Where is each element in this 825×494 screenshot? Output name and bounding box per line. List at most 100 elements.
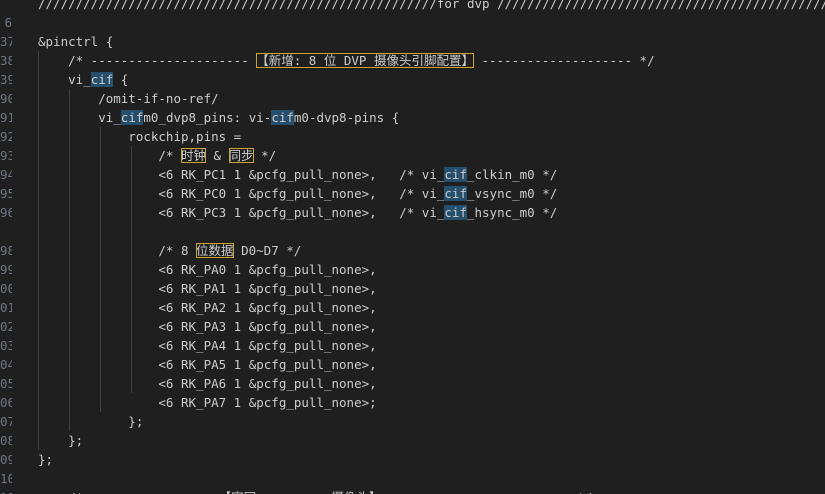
code-line[interactable]: 38 /* --------------------- 【新增: 8 位 DVP… [0,51,825,70]
code-line[interactable]: 10 [0,469,825,488]
line-number: 90 [0,91,12,106]
code-text: <6 RK_PA5 1 &pcfg_pull_none>, [38,355,376,374]
code-token: -------------------- */ [473,53,655,68]
code-text: &pinctrl { [38,32,113,51]
line-number: 10 [0,471,12,486]
code-token: D0~D7 */ [233,243,302,258]
line-number: 07 [0,414,12,429]
code-text: <6 RK_PC0 1 &pcfg_pull_none>, /* vi_cif_… [38,184,557,203]
line-number: 93 [0,148,12,163]
code-line[interactable]: 93 /* 时钟 & 同步 */ [0,146,825,165]
code-token: m0_dvp8_pins: vi- [143,110,272,125]
code-line[interactable]: 07 }; [0,412,825,431]
code-token: */ [253,148,277,163]
code-token: <6 RK_PA2 1 &pcfg_pull_none>, [38,300,377,315]
code-line[interactable]: 11 /* 【官网 摄像头】 */ [0,488,825,494]
code-line[interactable]: ////////////////////////////////////////… [0,0,825,13]
line-number: 05 [0,376,12,391]
code-token: <6 RK_PA4 1 &pcfg_pull_none>, [38,338,377,353]
code-line[interactable]: 09}; [0,450,825,469]
search-match-highlight: cif [120,110,144,125]
code-line[interactable]: 6 [0,13,825,32]
line-number: 98 [0,243,12,258]
search-match-highlight: cif [271,110,294,125]
line-number: 02 [0,319,12,334]
line-number: 11 [0,488,12,494]
code-token: <6 RK_PA7 1 &pcfg_pull_none>; [38,395,377,410]
code-text: <6 RK_PA6 1 &pcfg_pull_none>, [38,374,377,393]
code-text: }; [38,431,83,450]
line-number: 03 [0,338,12,353]
code-text: <6 RK_PA3 1 &pcfg_pull_none>, [38,317,376,336]
code-line[interactable]: 99 <6 RK_PA0 1 &pcfg_pull_none>, [0,260,825,279]
code-line[interactable]: 01 <6 RK_PA2 1 &pcfg_pull_none>, [0,298,825,317]
code-line[interactable]: 06 <6 RK_PA7 1 &pcfg_pull_none>; [0,393,825,412]
code-token: vi_ [38,72,91,87]
code-text: /* 【官网 摄像头】 */ [38,488,592,494]
code-line[interactable]: 92 rockchip,pins = [0,127,825,146]
code-token: _clkin_m0 */ [466,167,558,182]
code-text: <6 RK_PA2 1 &pcfg_pull_none>, [38,298,377,317]
line-number: 00 [0,281,12,296]
code-line[interactable]: 96 <6 RK_PC3 1 &pcfg_pull_none>, /* vi_c… [0,203,825,222]
line-number: 96 [0,205,12,220]
code-line[interactable]: 05 <6 RK_PA6 1 &pcfg_pull_none>, [0,374,825,393]
code-line[interactable]: 39 vi_cif { [0,70,825,89]
code-text: <6 RK_PA1 1 &pcfg_pull_none>, [38,279,377,298]
code-line[interactable]: 98 /* 8 位数据 D0~D7 */ [0,241,825,260]
line-number: 94 [0,167,12,182]
code-token: }; [38,433,84,448]
code-line[interactable]: 90 /omit-if-no-ref/ [0,89,825,108]
code-token: /* 8 [38,243,197,258]
code-token: }; [38,452,54,467]
indent-guide [38,51,39,450]
search-match-highlight: cif [90,72,114,87]
find-match-box: 同步 [228,148,254,163]
code-line[interactable]: 08 }; [0,431,825,450]
code-line[interactable]: 04 <6 RK_PA5 1 &pcfg_pull_none>, [0,355,825,374]
line-number: 91 [0,110,12,125]
code-line[interactable]: 95 <6 RK_PC0 1 &pcfg_pull_none>, /* vi_c… [0,184,825,203]
line-number: 6 [4,15,12,30]
code-token: _hsync_m0 */ [466,205,558,220]
code-token: <6 RK_PA0 1 &pcfg_pull_none>, [38,262,377,277]
code-text: vi_cifm0_dvp8_pins: vi-cifm0-dvp8-pins { [38,108,399,127]
code-line[interactable]: 94 <6 RK_PC1 1 &pcfg_pull_none>, /* vi_c… [0,165,825,184]
code-text: <6 RK_PA4 1 &pcfg_pull_none>, [38,336,377,355]
line-number: 06 [0,395,12,410]
line-number: 09 [0,452,12,467]
code-text: /* 8 位数据 D0~D7 */ [38,241,301,260]
line-number: 99 [0,262,12,277]
code-token: ////////////////////////////////////////… [38,0,825,11]
code-line[interactable]: 00 <6 RK_PA1 1 &pcfg_pull_none>, [0,279,825,298]
code-line[interactable] [0,222,825,241]
code-token: <6 RK_PA1 1 &pcfg_pull_none>, [38,281,377,296]
code-token: <6 RK_PA6 1 &pcfg_pull_none>, [38,376,377,391]
code-text: <6 RK_PC1 1 &pcfg_pull_none>, /* vi_cif_… [38,165,557,184]
code-text: }; [38,450,53,469]
code-token: <6 RK_PC1 1 &pcfg_pull_none>, /* vi_ [38,167,445,182]
code-token: _vsync_m0 */ [466,186,558,201]
code-token: & [206,148,229,163]
code-line[interactable]: 37 &pinctrl { [0,32,825,51]
line-number: 39 [0,72,12,87]
search-match-highlight: cif [444,186,467,201]
search-match-highlight: cif [444,205,467,220]
code-token: vi_ [38,110,121,125]
line-number: 08 [0,433,12,448]
code-token: }; [38,414,144,429]
line-number: 38 [0,53,12,68]
code-line[interactable]: 91 vi_cifm0_dvp8_pins: vi-cifm0-dvp8-pin… [0,108,825,127]
indent-guide [100,127,101,412]
code-text: /* 时钟 & 同步 */ [38,146,276,165]
line-number: 37 [0,34,12,49]
code-line[interactable]: 03 <6 RK_PA4 1 &pcfg_pull_none>, [0,336,825,355]
code-editor[interactable]: ////////////////////////////////////////… [0,0,825,494]
code-text: ////////////////////////////////////////… [38,0,825,13]
line-number: 92 [0,129,12,144]
find-match-box: 【新增: 8 位 DVP 摄像头引脚配置】 [256,53,474,68]
code-token: <6 RK_PC3 1 &pcfg_pull_none>, /* vi_ [38,205,445,220]
code-token: /omit-if-no-ref/ [38,91,219,106]
find-match-box: 时钟 [181,148,207,163]
code-line[interactable]: 02 <6 RK_PA3 1 &pcfg_pull_none>, [0,317,825,336]
